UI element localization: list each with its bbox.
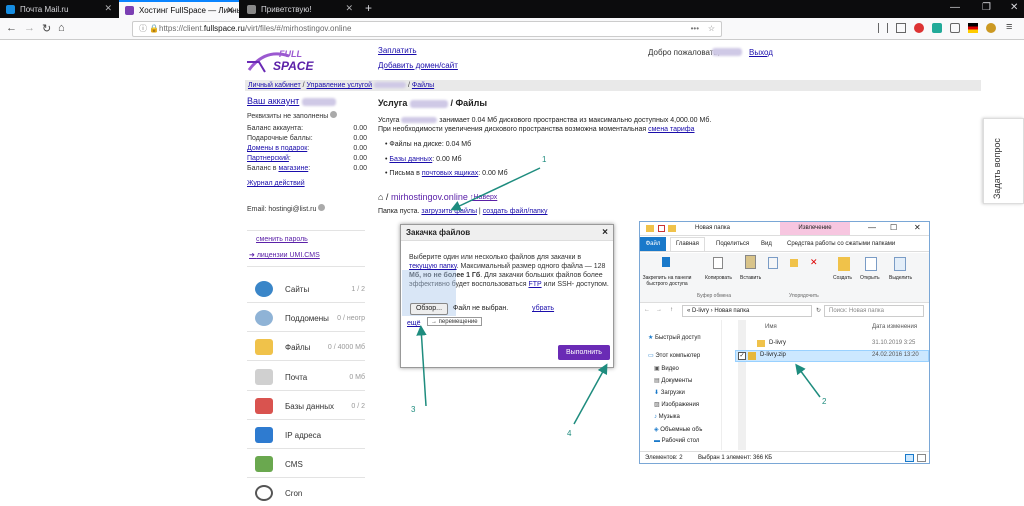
arrow-1 [450,167,541,211]
annotation-1: 1 [542,155,547,164]
arrow-2 [795,363,821,398]
annotation-2: 2 [822,397,827,406]
annotation-arrows [416,167,821,425]
arrow-3 [416,325,427,407]
annotation-4: 4 [567,429,572,438]
annotation-3: 3 [411,405,416,414]
arrow-4 [573,363,608,425]
